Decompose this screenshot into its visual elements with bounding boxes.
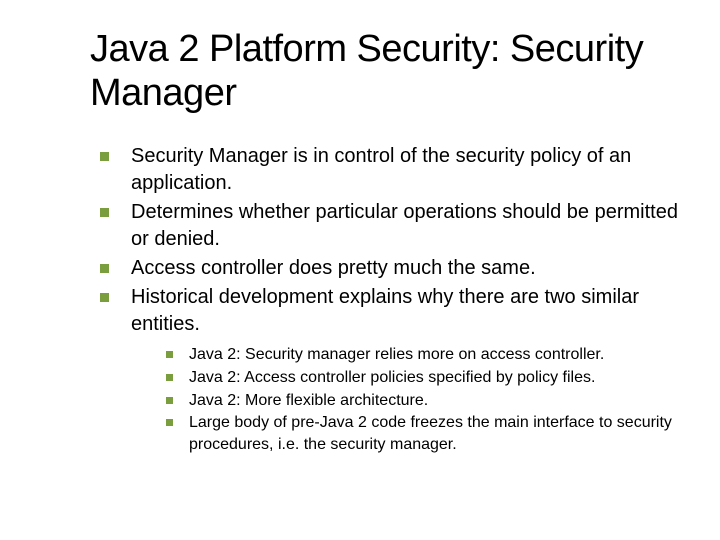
list-item: Java 2: Access controller policies speci…	[166, 367, 680, 389]
list-item-text: Security Manager is in control of the se…	[131, 143, 680, 197]
list-item-text: Java 2: Access controller policies speci…	[189, 367, 680, 389]
square-bullet-icon	[100, 293, 109, 302]
square-bullet-icon	[100, 208, 109, 217]
list-item: Access controller does pretty much the s…	[100, 255, 680, 282]
list-item-text: Large body of pre-Java 2 code freezes th…	[189, 412, 680, 455]
list-item: Determines whether particular operations…	[100, 199, 680, 253]
square-bullet-icon	[166, 374, 173, 381]
list-item: Historical development explains why ther…	[100, 284, 680, 338]
square-bullet-icon	[166, 419, 173, 426]
list-item-text: Java 2: Security manager relies more on …	[189, 344, 680, 366]
slide-title: Java 2 Platform Security: Security Manag…	[90, 28, 680, 115]
main-bullet-list: Security Manager is in control of the se…	[100, 143, 680, 338]
square-bullet-icon	[100, 152, 109, 161]
square-bullet-icon	[166, 351, 173, 358]
list-item: Security Manager is in control of the se…	[100, 143, 680, 197]
list-item-text: Java 2: More flexible architecture.	[189, 390, 680, 412]
list-item: Java 2: Security manager relies more on …	[166, 344, 680, 366]
list-item: Large body of pre-Java 2 code freezes th…	[166, 412, 680, 455]
square-bullet-icon	[166, 397, 173, 404]
list-item: Java 2: More flexible architecture.	[166, 390, 680, 412]
list-item-text: Determines whether particular operations…	[131, 199, 680, 253]
list-item-text: Historical development explains why ther…	[131, 284, 680, 338]
square-bullet-icon	[100, 264, 109, 273]
sub-bullet-list: Java 2: Security manager relies more on …	[166, 344, 680, 455]
list-item-text: Access controller does pretty much the s…	[131, 255, 680, 282]
